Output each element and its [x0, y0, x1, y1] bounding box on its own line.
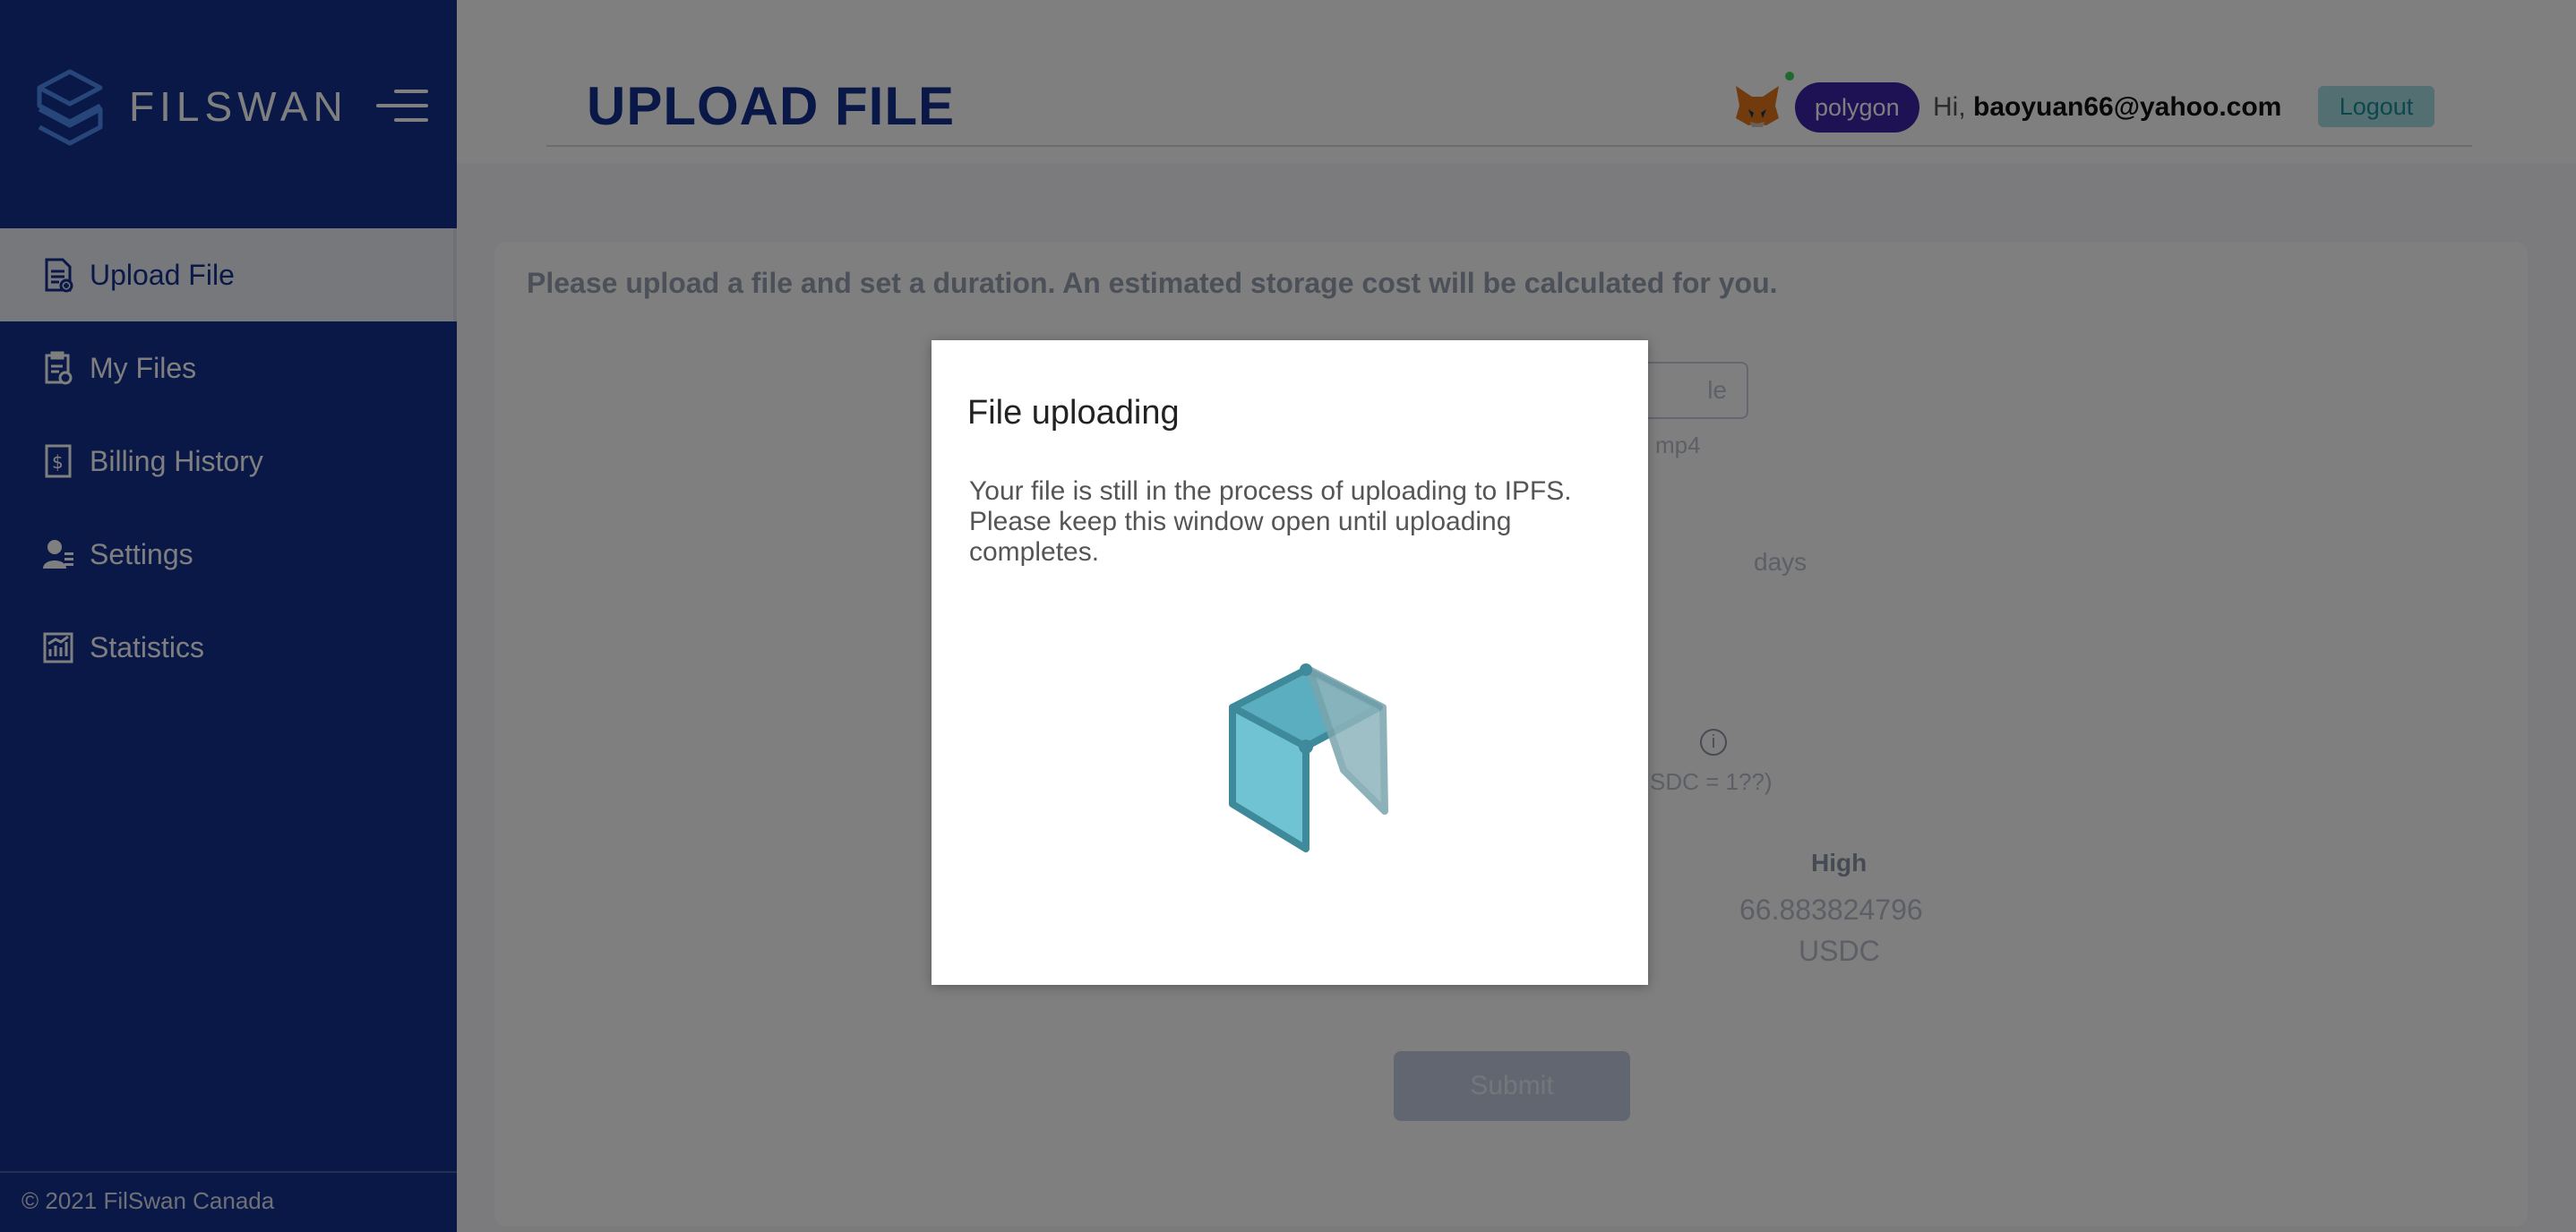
dialog-message: Your file is still in the process of upl… — [969, 476, 1572, 567]
dialog-title: File uploading — [967, 394, 1180, 432]
file-uploading-dialog: File uploading Your file is still in the… — [932, 340, 1648, 985]
loading-cube-icon — [1229, 663, 1388, 852]
